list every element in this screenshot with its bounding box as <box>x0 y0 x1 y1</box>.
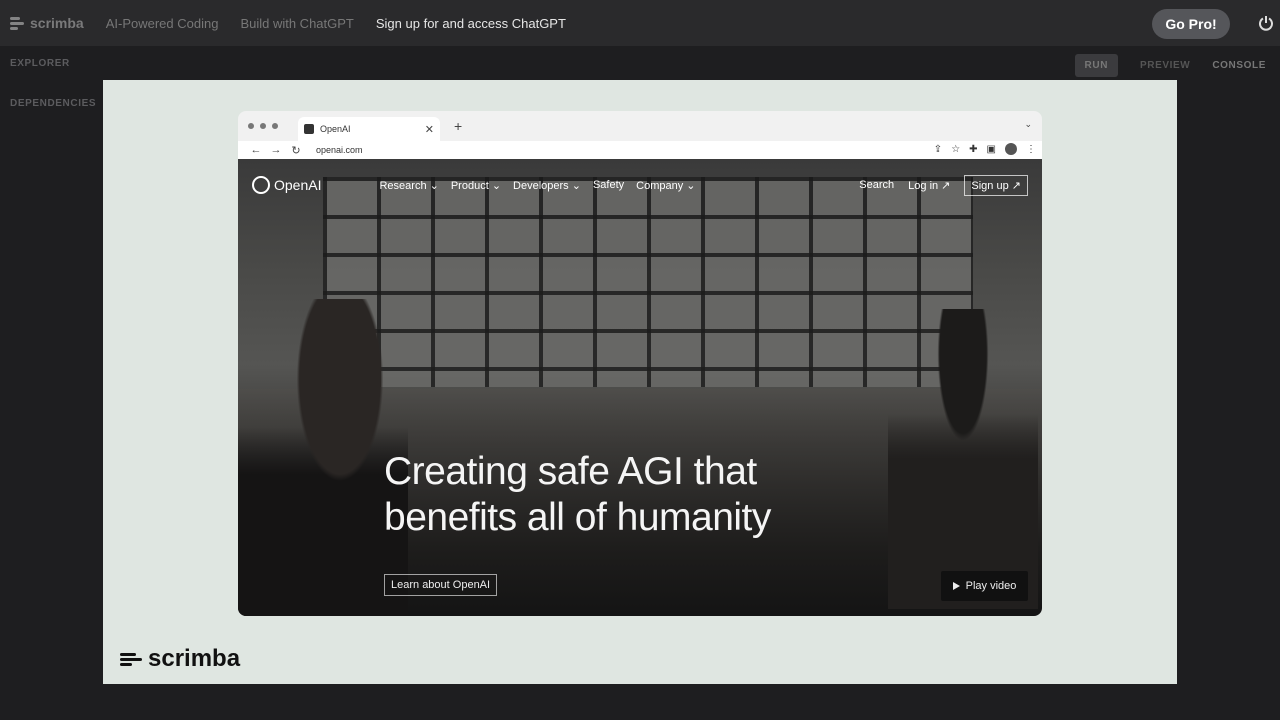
extensions-icon[interactable]: ✚ <box>969 144 977 155</box>
browser-actions: ⇪ ☆ ✚ ▣ ⋮ <box>934 143 1036 155</box>
dependencies-tab[interactable]: DEPENDENCIES <box>10 98 96 109</box>
site-menu: Research ⌄ Product ⌄ Developers ⌄ Safety… <box>379 179 695 192</box>
run-button[interactable]: RUN <box>1074 54 1119 77</box>
explorer-tab[interactable]: EXPLORER <box>10 58 70 69</box>
menu-company[interactable]: Company ⌄ <box>636 179 695 192</box>
menu-product[interactable]: Product ⌄ <box>451 179 501 192</box>
new-tab-icon[interactable]: + <box>454 118 462 134</box>
editor-tabs: RUN PREVIEW CONSOLE <box>1074 54 1266 77</box>
breadcrumb: AI-Powered Coding Build with ChatGPT Sig… <box>106 16 566 31</box>
hero-background-window <box>323 177 973 387</box>
scrimba-watermark: scrimba <box>120 645 240 673</box>
brand-name: scrimba <box>30 15 84 31</box>
url-field[interactable]: openai.com <box>316 145 363 155</box>
play-icon <box>952 582 960 590</box>
hero-section: OpenAI Research ⌄ Product ⌄ Developers ⌄… <box>238 159 1042 616</box>
tab-list-chevron-icon[interactable]: ⌄ <box>1024 119 1032 130</box>
login-link[interactable]: Log in ↗ <box>908 179 950 192</box>
tab-preview[interactable]: PREVIEW <box>1140 60 1190 71</box>
favicon-icon <box>304 124 314 134</box>
top-bar: scrimba AI-Powered Coding Build with Cha… <box>0 0 1280 46</box>
learn-about-button[interactable]: Learn about OpenAI <box>384 574 498 596</box>
breadcrumb-lesson: Sign up for and access ChatGPT <box>375 15 566 31</box>
menu-safety[interactable]: Safety <box>593 179 624 192</box>
breadcrumb-course[interactable]: AI-Powered Coding <box>106 16 219 31</box>
scrimba-logo[interactable]: scrimba <box>10 15 84 31</box>
reload-icon[interactable]: ↻ <box>286 144 306 157</box>
site-nav: OpenAI Research ⌄ Product ⌄ Developers ⌄… <box>252 174 1028 196</box>
address-bar: ← → ↻ openai.com ⇪ ☆ ✚ ▣ ⋮ <box>238 141 1042 159</box>
sidepanel-icon[interactable]: ▣ <box>987 144 996 155</box>
hero-person-right <box>888 309 1038 609</box>
scrimba-watermark-icon <box>120 652 142 666</box>
openai-logo-icon <box>252 176 270 194</box>
browser-tab[interactable]: OpenAI ✕ <box>298 117 440 141</box>
signup-button[interactable]: Sign up ↗ <box>964 174 1028 196</box>
browser-menu-icon[interactable]: ⋮ <box>1026 144 1036 155</box>
hero-headline: Creating safe AGI that benefits all of h… <box>384 449 771 541</box>
scrimba-logo-icon <box>10 16 24 30</box>
browser-window: OpenAI ✕ + ⌄ ← → ↻ openai.com ⇪ ☆ ✚ ▣ ⋮ … <box>238 111 1042 616</box>
power-icon[interactable] <box>1258 15 1274 31</box>
share-icon[interactable]: ⇪ <box>934 144 942 155</box>
search-link[interactable]: Search <box>859 179 894 191</box>
logo-text: OpenAI <box>274 177 322 193</box>
browser-tabstrip: OpenAI ✕ + ⌄ <box>238 111 1042 141</box>
breadcrumb-module[interactable]: Build with ChatGPT <box>240 16 353 31</box>
play-video-button[interactable]: Play video <box>941 571 1028 601</box>
nav-right: Search Log in ↗ Sign up ↗ <box>859 174 1028 196</box>
headline-line-2: benefits all of humanity <box>384 496 771 539</box>
menu-research[interactable]: Research ⌄ <box>379 179 438 192</box>
tab-console[interactable]: CONSOLE <box>1212 60 1266 71</box>
profile-avatar[interactable] <box>1005 143 1017 155</box>
back-icon[interactable]: ← <box>246 144 266 156</box>
headline-line-1: Creating safe AGI that <box>384 450 757 493</box>
forward-icon[interactable]: → <box>266 144 286 156</box>
close-tab-icon[interactable]: ✕ <box>425 123 434 136</box>
bookmark-star-icon[interactable]: ☆ <box>951 144 960 155</box>
openai-logo[interactable]: OpenAI <box>252 176 321 194</box>
menu-developers[interactable]: Developers ⌄ <box>513 179 581 192</box>
hero-person-left <box>238 299 408 616</box>
tab-title: OpenAI <box>320 124 351 134</box>
go-pro-button[interactable]: Go Pro! <box>1152 9 1230 39</box>
play-video-label: Play video <box>965 580 1017 592</box>
window-controls[interactable] <box>248 123 278 129</box>
scrimba-watermark-text: scrimba <box>148 645 241 672</box>
